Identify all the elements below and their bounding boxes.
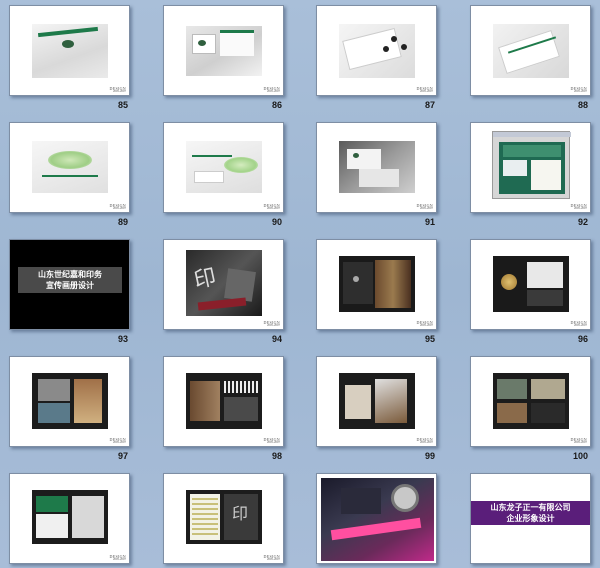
slide-number: 91 — [424, 217, 435, 227]
slide-number: 99 — [424, 451, 435, 461]
footer-mark: DESIGN 2005-2007 — [263, 554, 280, 561]
slide-thumbnail[interactable]: DESIGN 2005-2007 — [316, 122, 437, 213]
footer-mark: DESIGN 2005-2007 — [570, 437, 587, 444]
slide-thumbnail[interactable]: DESIGN 2005-2007 — [9, 5, 130, 96]
slide-thumbnail[interactable]: DESIGN 2005-2007 — [470, 5, 591, 96]
slide-number: 85 — [117, 100, 128, 110]
footer-mark: DESIGN 2005-2007 — [416, 320, 433, 327]
slide-number: 94 — [271, 334, 282, 344]
footer-mark: DESIGN 2005-2007 — [263, 320, 280, 327]
slide-thumbnail[interactable]: DESIGN 2005-2007 — [316, 239, 437, 330]
footer-mark: DESIGN 2005-2007 — [570, 203, 587, 210]
slide-image — [321, 478, 434, 561]
slide-image — [32, 373, 108, 429]
slide-image: 印 — [186, 250, 262, 316]
footer-mark: DESIGN 2005-2007 — [109, 86, 126, 93]
slide-thumbnail[interactable]: DESIGN 2005-2007 — [316, 5, 437, 96]
slide-thumbnail[interactable]: DESIGN 2005-2007 — [470, 356, 591, 447]
slide-number: 87 — [424, 100, 435, 110]
slide-subtitle-line: 宣传画册设计 — [46, 281, 94, 290]
footer-mark: DESIGN 2005-2007 — [570, 320, 587, 327]
slide-number: 98 — [271, 451, 282, 461]
slide-thumbnail[interactable]: DESIGN 2005-2007 — [470, 122, 591, 213]
slide-image — [32, 141, 108, 193]
slide-thumbnail[interactable]: DESIGN 2005-2007 — [470, 239, 591, 330]
slide-thumbnail[interactable]: DESIGN 2005-2007 — [9, 122, 130, 213]
slide-number: 97 — [117, 451, 128, 461]
slide-number: 95 — [424, 334, 435, 344]
slide-image — [493, 256, 569, 312]
slide-image — [493, 24, 569, 78]
slide-thumbnail[interactable]: DESIGN 2005-2007 — [9, 473, 130, 564]
footer-mark: DESIGN 2005-2007 — [263, 203, 280, 210]
slide-sorter: DESIGN 2005-2007 85 DESIGN 2005-2007 86 DE… — [0, 0, 600, 568]
slide-thumbnail[interactable]: DESIGN 2005-2007 — [163, 356, 284, 447]
slide-thumbnail[interactable]: 山东世纪嘉和印务 宣传画册设计 — [9, 239, 130, 330]
slide-image — [339, 256, 415, 312]
slide-image — [186, 26, 262, 76]
slide-title-line: 山东世纪嘉和印务 — [38, 270, 102, 279]
slide-thumbnail[interactable]: 印 DESIGN 2005-2007 — [163, 473, 284, 564]
slide-thumbnail[interactable]: DESIGN 2005-2007 — [316, 356, 437, 447]
slide-number: 88 — [577, 100, 588, 110]
footer-mark: DESIGN 2005-2007 — [263, 86, 280, 93]
footer-mark: DESIGN 2005-2007 — [109, 437, 126, 444]
slide-image — [186, 373, 262, 429]
slide-title-banner: 山东龙子正一有限公司 企业形象设计 — [471, 501, 590, 525]
footer-mark: DESIGN 2005-2007 — [109, 203, 126, 210]
slide-number: 90 — [271, 217, 282, 227]
slide-title-line: 山东龙子正一有限公司 — [490, 503, 571, 512]
slide-image — [339, 24, 415, 78]
footer-mark: DESIGN 2005-2007 — [109, 554, 126, 561]
slide-thumbnail[interactable]: DESIGN 2005-2007 — [163, 122, 284, 213]
footer-mark: DESIGN 2005-2007 — [416, 86, 433, 93]
slide-image — [339, 141, 415, 193]
slide-thumbnail[interactable]: DESIGN 2005-2007 — [9, 356, 130, 447]
footer-mark: DESIGN 2005-2007 — [570, 86, 587, 93]
slide-image: 印 — [186, 490, 262, 544]
slide-image — [339, 373, 415, 429]
slide-thumbnail[interactable]: 印 DESIGN 2005-2007 — [163, 239, 284, 330]
slide-image — [32, 24, 108, 78]
slide-number: 86 — [271, 100, 282, 110]
slide-thumbnail[interactable]: 山东龙子正一有限公司 企业形象设计 — [470, 473, 591, 564]
footer-mark: DESIGN 2005-2007 — [263, 437, 280, 444]
slide-number: 92 — [577, 217, 588, 227]
slide-number: 93 — [117, 334, 128, 344]
slide-thumbnail[interactable]: DESIGN 2005-2007 — [163, 5, 284, 96]
footer-mark: DESIGN 2005-2007 — [416, 203, 433, 210]
slide-number: 100 — [572, 451, 588, 461]
slide-title-banner: 山东世纪嘉和印务 宣传画册设计 — [18, 267, 122, 293]
slide-thumbnail[interactable] — [316, 473, 437, 564]
slide-number: 89 — [117, 217, 128, 227]
slide-image — [32, 490, 108, 544]
slide-image — [492, 131, 571, 199]
footer-mark: DESIGN 2005-2007 — [416, 437, 433, 444]
slide-image — [493, 373, 569, 429]
slide-number: 96 — [577, 334, 588, 344]
slide-subtitle-line: 企业形象设计 — [506, 514, 555, 523]
slide-image — [186, 141, 262, 193]
